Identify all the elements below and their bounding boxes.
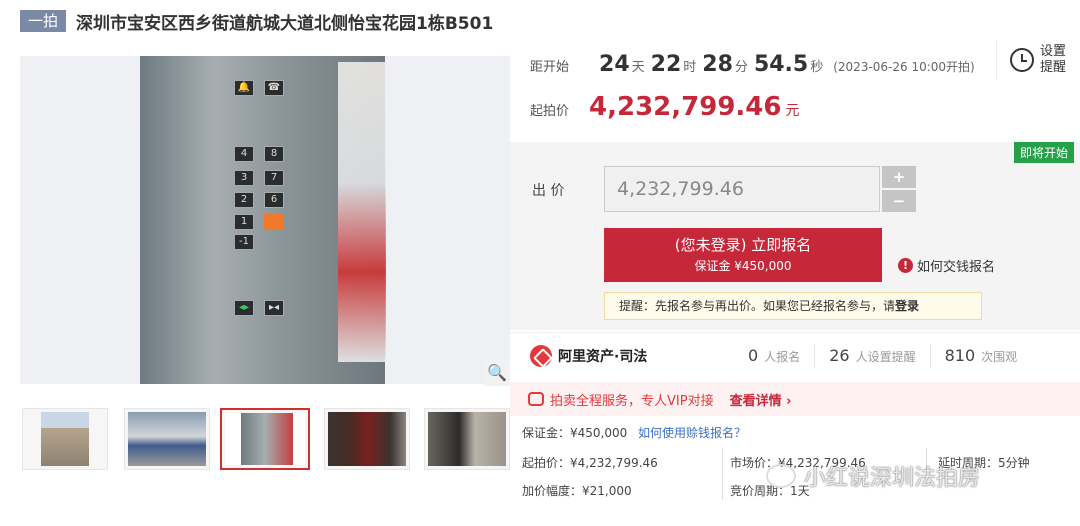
countdown-hours: 22 (650, 52, 682, 77)
reminder-label: 设置提醒 (1040, 44, 1067, 75)
status-badge: 即将开始 (1013, 142, 1074, 163)
divider (722, 448, 723, 500)
start-date: (2023-06-26 10:00开拍) (833, 60, 975, 74)
signup-deposit: 保证金 ¥450,000 (694, 259, 792, 273)
bid-amount-input[interactable]: 4,232,799.46 (604, 166, 880, 212)
start-price-unit: 元 (785, 103, 800, 119)
start-price-value: 4,232,799.46 (589, 92, 782, 122)
thumbnail-3[interactable] (220, 408, 310, 470)
reminder-count-value: 26 (829, 346, 850, 365)
login-notice: 提醒：先报名参与再出价。如果您已经报名参与，请登录 (604, 292, 982, 320)
thumbnail-1[interactable] (22, 408, 108, 470)
start-price-row: 起拍价 4,232,799.46 元 (530, 92, 799, 122)
increment-info: 加价幅度：¥21,000 (522, 484, 632, 498)
start-price-label: 起拍价 (530, 104, 570, 119)
service-shield-icon (528, 392, 544, 406)
watermark: 小红说深圳法拍房 (766, 460, 980, 492)
increase-bid-button[interactable]: + (882, 166, 916, 188)
magnifier-icon[interactable]: 🔍 (484, 360, 510, 386)
thumbnail-5[interactable] (424, 408, 510, 470)
auction-page: 一拍 深圳市宝安区西乡街道航城大道北侧怡宝花园1栋B501 🔔 ☎ 4 8 3 … (0, 0, 1080, 526)
ali-assets-logo: 阿里资产·司法 (530, 344, 730, 367)
bid-stepper: + − (882, 166, 916, 212)
thumbnail-strip (20, 408, 510, 470)
ali-assets-icon (530, 344, 552, 367)
countdown-hours-unit: 时 (683, 60, 697, 75)
view-count-value: 810 (944, 346, 976, 365)
countdown-seconds: 54.5 (753, 52, 809, 77)
divider (929, 343, 931, 368)
elevator-button-panel: 🔔 ☎ 4 8 3 7 2 6 1 -1 ◂▸ ▸◂ (230, 80, 286, 380)
reminder-count-label: 人设置提醒 (855, 350, 916, 364)
bid-box: 即将开始 出 价 4,232,799.46 + − (您未登录) 立即报名 保证… (510, 142, 1080, 330)
countdown-minutes: 28 (702, 52, 733, 77)
info-icon: ! (898, 258, 913, 273)
service-details-link[interactable]: 查看详情 › (730, 390, 792, 409)
divider (814, 343, 816, 368)
thumbnail-2[interactable] (124, 408, 210, 470)
main-photo[interactable]: 🔔 ☎ 4 8 3 7 2 6 1 -1 ◂▸ ▸◂ (20, 56, 510, 384)
stats-row: 阿里资产·司法 0 人报名 26 人设置提醒 810 次围观 (510, 332, 1080, 378)
view-count: 810 次围观 (945, 346, 1018, 365)
signup-count: 0 人报名 (748, 346, 800, 365)
deposit-info: 保证金：¥450,000 (522, 426, 628, 440)
start-price-info: 起拍价：¥4,232,799.46 (522, 456, 658, 470)
countdown-days: 24 (599, 52, 630, 77)
countdown: 距开始 24 天 22 时 28 分 54.5 秒 (2023-06-26 10… (530, 52, 975, 80)
elevator-poster (338, 62, 386, 362)
signup-button-label: (您未登录) 立即报名 (674, 236, 812, 254)
how-to-pay-link[interactable]: ! 如何交钱报名 (898, 256, 995, 275)
countdown-label: 距开始 (530, 60, 570, 75)
notice-text: 提醒：先报名参与再出价。如果您已经报名参与，请 (619, 299, 896, 313)
brand-name: 阿里资产·司法 (558, 348, 648, 365)
title-row: 一拍 深圳市宝安区西乡街道航城大道北侧怡宝花园1栋B501 (20, 8, 493, 34)
reminder-count: 26 人设置提醒 (829, 346, 915, 365)
countdown-days-unit: 天 (631, 60, 645, 75)
how-to-pay-label: 如何交钱报名 (917, 260, 996, 275)
auction-info-panel: 距开始 24 天 22 时 28 分 54.5 秒 (2023-06-26 10… (510, 40, 1080, 526)
view-count-label: 次围观 (981, 350, 1018, 364)
signup-count-value: 0 (748, 346, 759, 365)
signup-button[interactable]: (您未登录) 立即报名 保证金 ¥450,000 (604, 228, 882, 282)
watermark-icon (766, 464, 796, 488)
countdown-minutes-unit: 分 (734, 60, 748, 75)
set-reminder-button[interactable]: 设置提醒 (996, 40, 1080, 80)
service-text: 拍卖全程服务，专人VIP对接 (550, 393, 714, 409)
login-link[interactable]: 登录 (895, 299, 919, 313)
bid-label: 出 价 (532, 183, 565, 199)
watermark-text: 小红说深圳法拍房 (804, 466, 981, 491)
signup-count-label: 人报名 (764, 350, 801, 364)
thumbnail-4[interactable] (324, 408, 410, 470)
decrease-bid-button[interactable]: − (882, 190, 916, 212)
page-title: 深圳市宝安区西乡街道航城大道北侧怡宝花园1栋B501 (76, 13, 494, 34)
auction-round-badge: 一拍 (20, 10, 67, 32)
alarm-clock-icon (1010, 48, 1034, 72)
vip-service-bar: 拍卖全程服务，专人VIP对接 查看详情 › (510, 382, 1080, 416)
countdown-seconds-unit: 秒 (810, 60, 824, 75)
deposit-help-link[interactable]: 如何使用赊钱报名？ (638, 424, 746, 441)
